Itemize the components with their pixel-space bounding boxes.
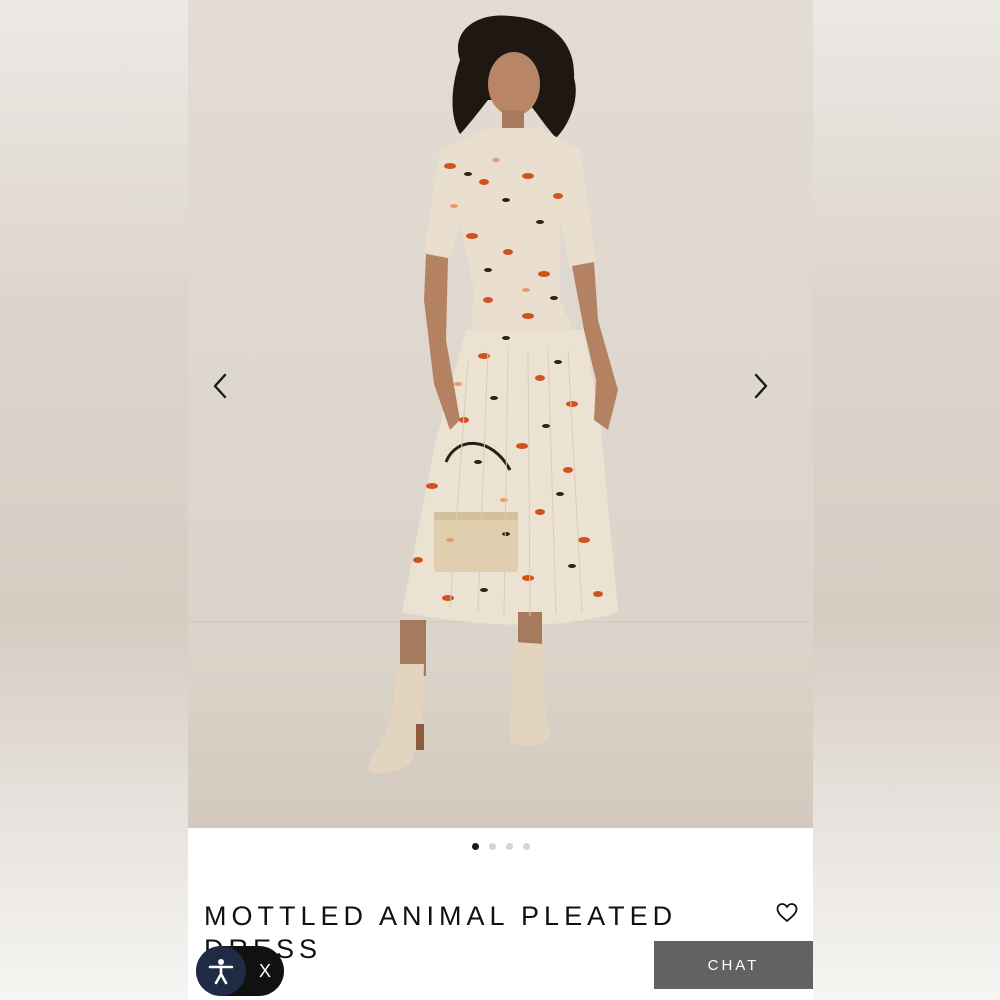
carousel-pagination <box>188 843 813 851</box>
heart-outline-icon <box>776 903 798 922</box>
carousel-prev-button[interactable] <box>211 372 247 408</box>
left-blurred-backdrop <box>0 0 188 1000</box>
wishlist-button[interactable] <box>775 901 801 927</box>
accessibility-widget: X <box>196 946 284 996</box>
carousel-dot-4[interactable] <box>522 843 530 850</box>
chat-button[interactable]: CHAT <box>654 941 813 989</box>
accessibility-menu-button[interactable] <box>196 946 246 996</box>
right-blurred-backdrop <box>813 0 1000 1000</box>
product-photo <box>188 0 813 828</box>
chevron-left-icon <box>213 373 227 399</box>
carousel-dot-3[interactable] <box>505 843 513 850</box>
accessibility-person-icon <box>208 959 234 985</box>
carousel-dot-1[interactable] <box>471 843 479 850</box>
carousel-next-button[interactable] <box>752 372 788 408</box>
product-image-carousel[interactable] <box>188 0 813 828</box>
product-page: MOTTLED ANIMAL PLEATED DRESS CHAT X <box>188 0 813 1000</box>
carousel-dot-2[interactable] <box>488 843 496 850</box>
chevron-right-icon <box>754 373 768 399</box>
